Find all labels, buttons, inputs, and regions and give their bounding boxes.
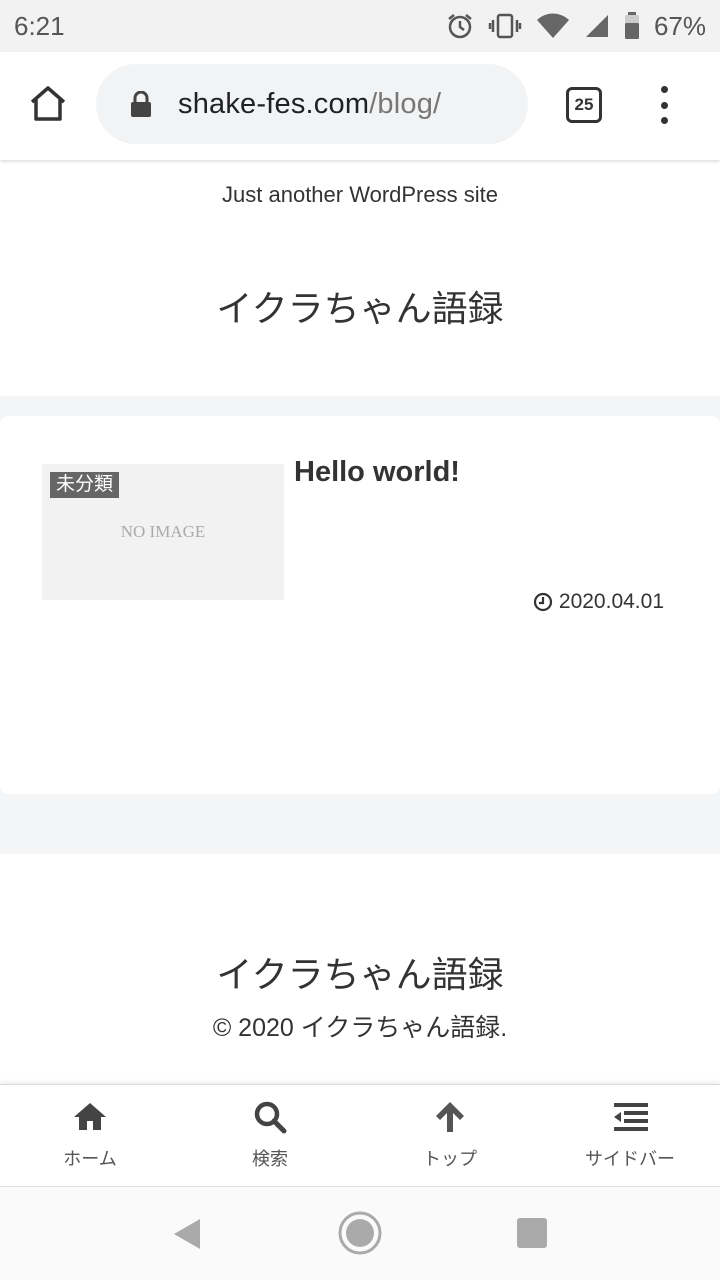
nav-search-button[interactable]: 検索 <box>180 1085 360 1187</box>
sidebar-menu-icon <box>614 1103 648 1131</box>
menu-dot-icon <box>660 117 668 124</box>
site-header: Just another WordPress site イクラちゃん語録 <box>0 160 720 396</box>
lock-icon <box>131 91 151 117</box>
battery-percent: 67% <box>653 10 706 41</box>
page-content: Just another WordPress site イクラちゃん語録 NO … <box>0 160 720 1084</box>
vibrate-icon <box>488 12 522 40</box>
browser-menu-button[interactable] <box>656 86 672 124</box>
post-thumbnail[interactable]: NO IMAGE 未分類 <box>42 464 284 600</box>
recents-icon[interactable] <box>517 1218 547 1248</box>
address-bar[interactable]: shake-fes.com/blog/ <box>96 64 528 144</box>
alarm-icon <box>446 12 474 40</box>
nav-sidebar-label: サイドバー <box>585 1149 675 1169</box>
site-title[interactable]: イクラちゃん語録 <box>0 280 720 332</box>
category-label: 未分類 <box>50 472 120 498</box>
nav-home-label: ホーム <box>63 1149 117 1169</box>
status-time: 6:21 <box>14 10 65 41</box>
browser-toolbar: shake-fes.com/blog/ 25 <box>0 52 720 160</box>
tab-switcher-button[interactable]: 25 <box>566 87 602 123</box>
battery-icon <box>624 12 640 40</box>
browser-home-button[interactable] <box>26 82 70 126</box>
nav-top-button[interactable]: トップ <box>360 1085 540 1187</box>
footer-copyright: © 2020 イクラちゃん語録. <box>212 1014 508 1042</box>
status-bar: 6:21 67% <box>0 0 720 52</box>
clock-icon <box>533 592 552 612</box>
home-icon <box>74 1103 106 1130</box>
footer-title: イクラちゃん語録 <box>216 954 504 995</box>
no-image-placeholder: NO IMAGE <box>120 522 206 541</box>
system-nav-bar <box>0 1186 720 1280</box>
system-home-icon[interactable] <box>338 1211 382 1255</box>
search-icon <box>254 1101 287 1134</box>
back-icon[interactable] <box>172 1217 202 1251</box>
menu-dot-icon <box>660 86 668 93</box>
post-date-text: 2020.04.01 <box>558 590 664 613</box>
post-title[interactable]: Hello world! <box>294 456 460 489</box>
url-path: /blog/ <box>369 87 442 120</box>
home-icon <box>30 86 66 121</box>
nav-home-button[interactable]: ホーム <box>0 1085 180 1187</box>
nav-top-label: トップ <box>423 1149 477 1169</box>
nav-search-label: 検索 <box>252 1149 288 1169</box>
arrow-up-icon <box>436 1102 464 1132</box>
url-text: shake-fes.com/blog/ <box>178 88 441 121</box>
site-footer: イクラちゃん語録 © 2020 イクラちゃん語録. <box>0 854 720 1084</box>
wifi-icon <box>536 12 570 40</box>
status-icons: 67% <box>446 11 706 42</box>
nav-sidebar-button[interactable]: サイドバー <box>540 1085 720 1187</box>
menu-dot-icon <box>660 101 668 109</box>
post-card[interactable]: NO IMAGE 未分類 Hello world! 2020.04.01 <box>0 416 720 794</box>
url-host: shake-fes.com <box>178 87 370 120</box>
bottom-nav: ホーム 検索 トップ サイドバー <box>0 1084 720 1186</box>
site-tagline: Just another WordPress site <box>222 182 498 207</box>
post-date: 2020.04.01 <box>533 590 664 614</box>
signal-icon <box>584 13 610 39</box>
